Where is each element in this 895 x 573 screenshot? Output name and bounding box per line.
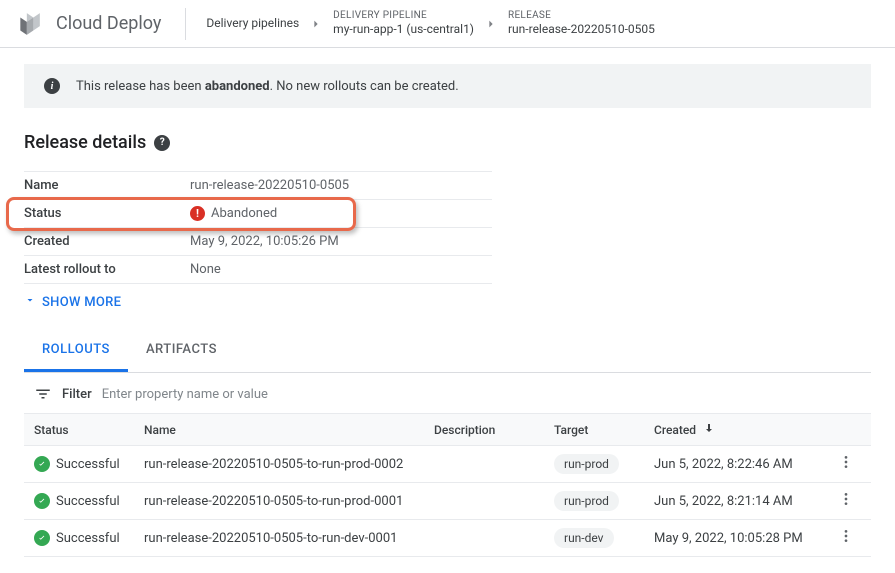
breadcrumb-pipelines[interactable]: Delivery pipelines xyxy=(206,16,299,32)
status-text: Successful xyxy=(56,457,120,472)
rollout-created: Jun 5, 2022, 8:21:14 AM xyxy=(644,483,821,520)
breadcrumb: Delivery pipelines DELIVERY PIPELINE my-… xyxy=(206,9,654,38)
filter-bar: Filter xyxy=(24,373,871,413)
detail-row-status: Status ! Abandoned xyxy=(24,200,492,228)
row-actions-button[interactable] xyxy=(821,483,871,520)
rollout-description xyxy=(424,520,544,557)
header-divider xyxy=(185,8,186,40)
status-cell: Successful xyxy=(34,456,124,472)
col-header-target[interactable]: Target xyxy=(544,414,644,446)
page-title: Release details xyxy=(24,132,146,153)
tab-rollouts[interactable]: ROLLOUTS xyxy=(24,330,128,372)
success-icon xyxy=(34,530,50,546)
product-name: Cloud Deploy xyxy=(56,13,185,34)
rollout-description xyxy=(424,483,544,520)
info-banner-text: This release has been abandoned. No new … xyxy=(76,79,459,94)
col-header-description[interactable]: Description xyxy=(424,414,544,446)
help-icon[interactable]: ? xyxy=(154,135,170,151)
col-header-name[interactable]: Name xyxy=(134,414,424,446)
table-row[interactable]: Successful run-release-20220510-0505-to-r… xyxy=(24,446,871,483)
table-row[interactable]: Successful run-release-20220510-0505-to-r… xyxy=(24,483,871,520)
status-value: Abandoned xyxy=(211,206,277,221)
success-icon xyxy=(34,456,50,472)
rollout-description xyxy=(424,446,544,483)
col-header-status[interactable]: Status xyxy=(24,414,134,446)
info-icon: i xyxy=(44,78,60,94)
chevron-down-icon xyxy=(24,294,36,310)
rollouts-table: Status Name Description Target Created S… xyxy=(24,413,871,557)
row-actions-button[interactable] xyxy=(821,446,871,483)
col-header-created[interactable]: Created xyxy=(644,414,821,446)
top-header: Cloud Deploy Delivery pipelines DELIVERY… xyxy=(0,0,895,48)
info-banner: i This release has been abandoned. No ne… xyxy=(24,64,871,108)
status-text: Successful xyxy=(56,531,120,546)
detail-row-created: Created May 9, 2022, 10:05:26 PM xyxy=(24,228,492,256)
detail-row-name: Name run-release-20220510-0505 xyxy=(24,171,492,200)
rollout-name: run-release-20220510-0505-to-run-prod-00… xyxy=(134,446,424,483)
sort-descending-icon xyxy=(703,423,715,437)
col-header-actions xyxy=(821,414,871,446)
show-more-button[interactable]: SHOW MORE xyxy=(24,294,871,310)
rollout-name: run-release-20220510-0505-to-run-prod-00… xyxy=(134,483,424,520)
success-icon xyxy=(34,493,50,509)
detail-row-latest-rollout: Latest rollout to None xyxy=(24,256,492,284)
details-table: Name run-release-20220510-0505 Status ! … xyxy=(24,171,492,284)
status-cell: Successful xyxy=(34,530,124,546)
chevron-right-icon xyxy=(486,14,496,33)
tabs: ROLLOUTS ARTIFACTS xyxy=(24,330,871,373)
rollout-created: May 9, 2022, 10:05:28 PM xyxy=(644,520,821,557)
rollout-created: Jun 5, 2022, 8:22:46 AM xyxy=(644,446,821,483)
row-actions-button[interactable] xyxy=(821,520,871,557)
table-row[interactable]: Successful run-release-20220510-0505-to-r… xyxy=(24,520,871,557)
status-cell: Successful xyxy=(34,493,124,509)
filter-label: Filter xyxy=(62,387,92,402)
breadcrumb-pipeline[interactable]: DELIVERY PIPELINE my-run-app-1 (us-centr… xyxy=(333,9,474,38)
breadcrumb-release[interactable]: RELEASE run-release-20220510-0505 xyxy=(508,9,655,38)
target-chip: run-prod xyxy=(554,491,619,511)
filter-icon[interactable] xyxy=(34,385,52,403)
error-icon: ! xyxy=(190,206,205,221)
target-chip: run-prod xyxy=(554,454,619,474)
target-chip: run-dev xyxy=(554,528,614,548)
status-text: Successful xyxy=(56,494,120,509)
section-title: Release details ? xyxy=(24,132,871,153)
rollout-name: run-release-20220510-0505-to-run-dev-000… xyxy=(134,520,424,557)
product-logo-icon xyxy=(16,10,44,38)
chevron-right-icon xyxy=(311,14,321,33)
filter-input[interactable] xyxy=(102,387,861,402)
tab-artifacts[interactable]: ARTIFACTS xyxy=(128,330,235,372)
